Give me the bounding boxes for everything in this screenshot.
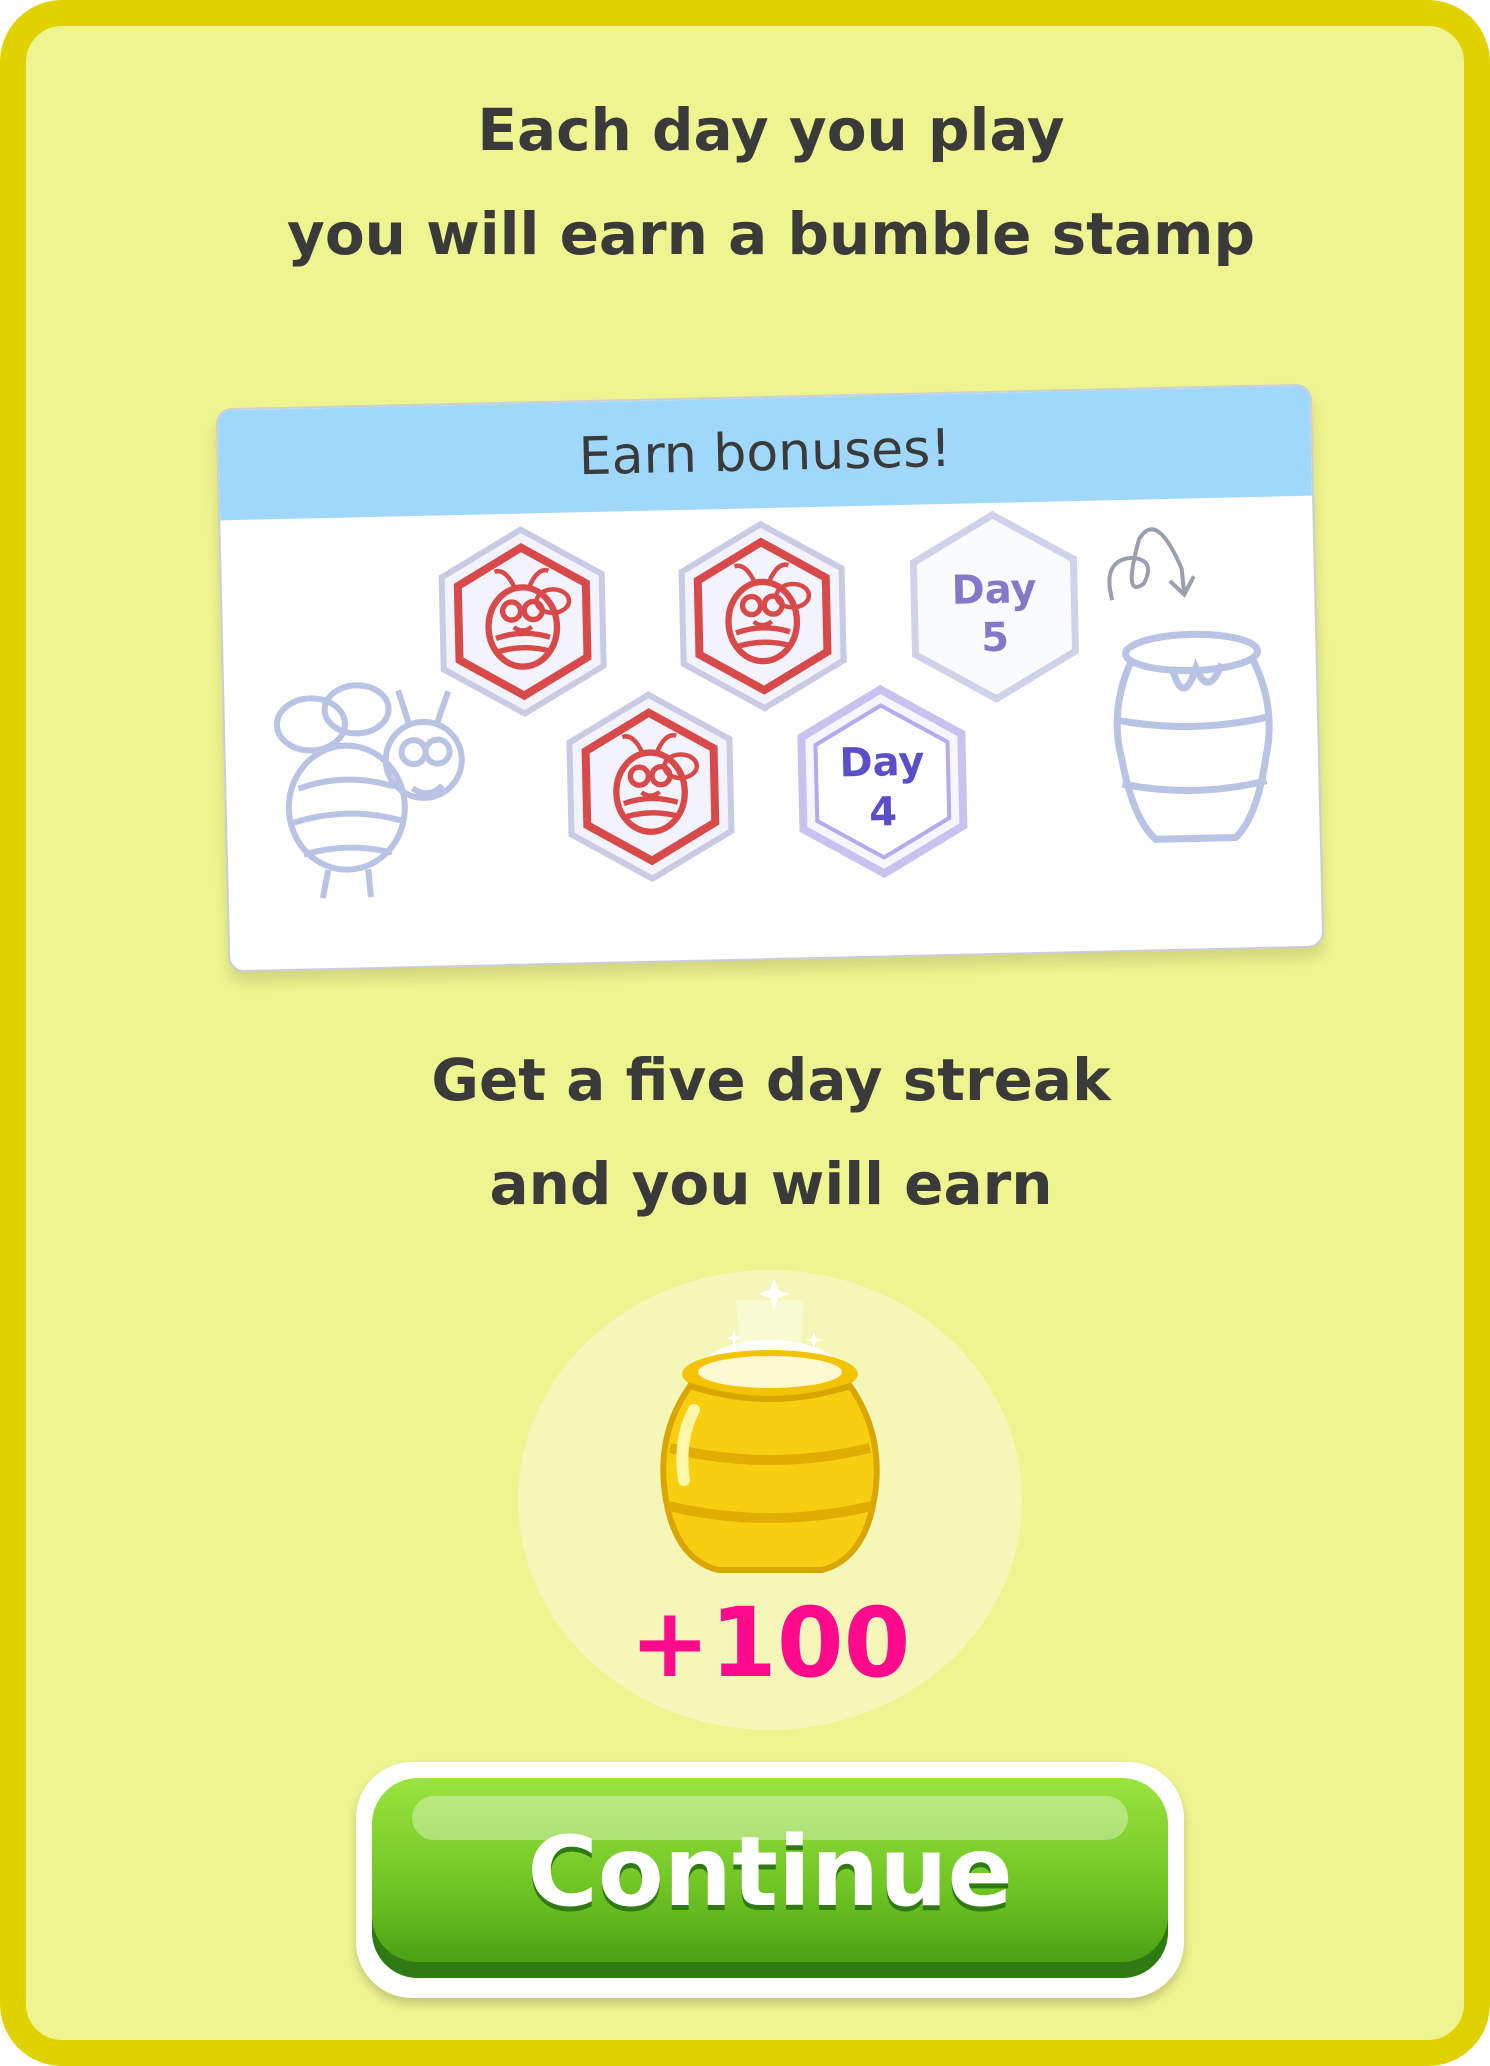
reward-badge: +100 <box>518 1270 1022 1730</box>
day-4-stamp-slot: Day 4 <box>797 684 968 879</box>
day-4-label: Day <box>839 739 925 787</box>
stamp-board: Day 4 Day 5 <box>273 510 1273 899</box>
intro-line-2: you will earn a bumble stamp <box>287 200 1255 268</box>
streak-line-2: and you will earn <box>489 1150 1053 1218</box>
continue-button[interactable]: Continue <box>372 1778 1168 1978</box>
intro-line-1: Each day you play <box>477 96 1065 164</box>
bee-outline-icon <box>273 682 465 899</box>
reward-amount: +100 <box>629 1587 911 1699</box>
honey-pot-outline-icon <box>1113 630 1273 843</box>
bonus-card-title: Earn bonuses! <box>578 418 952 488</box>
bee-stamp-icon <box>438 526 607 718</box>
day-5-stamp-slot: Day 5 <box>909 510 1080 703</box>
day-5-label: Day <box>951 566 1037 614</box>
dialog-panel: Each day you play you will earn a bumble… <box>0 0 1490 2066</box>
bonus-card: Earn bonuses! Day 4 Day 5 <box>215 383 1325 973</box>
continue-button-label: Continue <box>527 1816 1013 1928</box>
bee-stamp-icon <box>566 691 735 883</box>
day-4-number: 4 <box>869 789 898 836</box>
streak-line-1: Get a five day streak <box>431 1046 1111 1114</box>
day-5-number: 5 <box>981 615 1010 662</box>
curly-arrow-icon <box>1107 527 1196 601</box>
intro-text: Each day you play you will earn a bumble… <box>26 78 1490 286</box>
streak-text: Get a five day streak and you will earn <box>26 1028 1490 1236</box>
bonus-card-body: Day 4 Day 5 <box>220 496 1322 971</box>
continue-button-frame: Continue <box>356 1762 1184 1998</box>
bee-stamp-icon <box>678 520 847 712</box>
